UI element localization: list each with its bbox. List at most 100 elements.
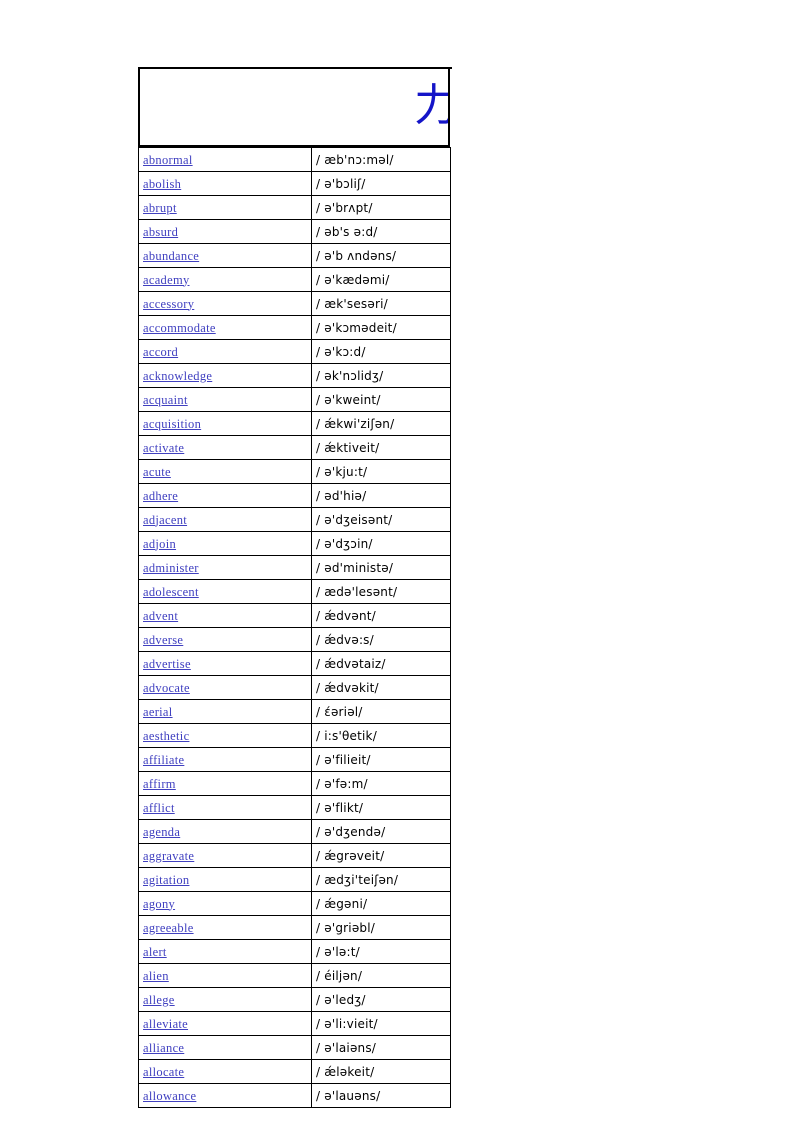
- word-link[interactable]: advertise: [143, 657, 191, 671]
- word-link[interactable]: administer: [143, 561, 199, 575]
- table-row: alleviate / ə'li:vieit/: [138, 1011, 451, 1036]
- word-cell[interactable]: aerial: [138, 699, 312, 724]
- word-cell[interactable]: agenda: [138, 819, 312, 844]
- word-link[interactable]: acquisition: [143, 417, 201, 431]
- word-link[interactable]: advocate: [143, 681, 190, 695]
- word-cell[interactable]: accommodate: [138, 315, 312, 340]
- table-row: abolish / ə'bɔliʃ/: [138, 171, 451, 196]
- word-cell[interactable]: abnormal: [138, 147, 312, 172]
- word-cell[interactable]: activate: [138, 435, 312, 460]
- word-cell[interactable]: agitation: [138, 867, 312, 892]
- word-cell[interactable]: acquaint: [138, 387, 312, 412]
- phonetic-cell: / ə'dʒendə/: [311, 819, 451, 844]
- word-link[interactable]: alleviate: [143, 1017, 188, 1031]
- word-link[interactable]: advent: [143, 609, 178, 623]
- word-link[interactable]: accommodate: [143, 321, 216, 335]
- word-link[interactable]: acute: [143, 465, 171, 479]
- word-cell[interactable]: acquisition: [138, 411, 312, 436]
- word-cell[interactable]: adolescent: [138, 579, 312, 604]
- word-cell[interactable]: advent: [138, 603, 312, 628]
- word-cell[interactable]: advertise: [138, 651, 312, 676]
- phonetic-cell: / ə'kweint/: [311, 387, 451, 412]
- phonetic-cell: / ǽgrəveit/: [311, 843, 451, 868]
- phonetic-text: / ǽkwi'ziʃən/: [316, 416, 395, 431]
- vocabulary-table: abnormal / æb'nɔ:məl/abolish / ə'bɔliʃ/abr…: [138, 147, 451, 1108]
- word-link[interactable]: alert: [143, 945, 167, 959]
- word-link[interactable]: allowance: [143, 1089, 196, 1103]
- word-link[interactable]: afflict: [143, 801, 175, 815]
- word-cell[interactable]: allowance: [138, 1083, 312, 1108]
- word-cell[interactable]: allocate: [138, 1059, 312, 1084]
- phonetic-cell: / ə'kɔ:d/: [311, 339, 451, 364]
- word-cell[interactable]: acknowledge: [138, 363, 312, 388]
- word-cell[interactable]: accord: [138, 339, 312, 364]
- word-cell[interactable]: alleviate: [138, 1011, 312, 1036]
- word-cell[interactable]: alien: [138, 963, 312, 988]
- word-link[interactable]: accessory: [143, 297, 194, 311]
- word-link[interactable]: abundance: [143, 249, 199, 263]
- word-link[interactable]: adjoin: [143, 537, 176, 551]
- word-cell[interactable]: adjacent: [138, 507, 312, 532]
- word-link[interactable]: adolescent: [143, 585, 199, 599]
- phonetic-cell: / i:s'θetik/: [311, 723, 451, 748]
- word-link[interactable]: aerial: [143, 705, 173, 719]
- phonetic-text: / ə'kju:t/: [316, 464, 368, 479]
- phonetic-cell: / ə'griəbl/: [311, 915, 451, 940]
- phonetic-cell: / ǽgəni/: [311, 891, 451, 916]
- word-cell[interactable]: accessory: [138, 291, 312, 316]
- phonetic-text: / əd'ministə/: [316, 560, 394, 575]
- word-link[interactable]: absurd: [143, 225, 178, 239]
- word-cell[interactable]: abolish: [138, 171, 312, 196]
- word-cell[interactable]: aesthetic: [138, 723, 312, 748]
- word-cell[interactable]: affirm: [138, 771, 312, 796]
- word-cell[interactable]: agreeable: [138, 915, 312, 940]
- word-cell[interactable]: allege: [138, 987, 312, 1012]
- word-link[interactable]: allege: [143, 993, 175, 1007]
- word-link[interactable]: agony: [143, 897, 175, 911]
- word-cell[interactable]: advocate: [138, 675, 312, 700]
- word-cell[interactable]: acute: [138, 459, 312, 484]
- word-link[interactable]: agitation: [143, 873, 189, 887]
- word-link[interactable]: alien: [143, 969, 169, 983]
- word-cell[interactable]: afflict: [138, 795, 312, 820]
- word-cell[interactable]: affiliate: [138, 747, 312, 772]
- word-link[interactable]: allocate: [143, 1065, 184, 1079]
- word-link[interactable]: affiliate: [143, 753, 184, 767]
- word-cell[interactable]: abundance: [138, 243, 312, 268]
- phonetic-text: / ə'b ʌndəns/: [316, 248, 397, 263]
- word-link[interactable]: adjacent: [143, 513, 187, 527]
- word-cell[interactable]: academy: [138, 267, 312, 292]
- word-cell[interactable]: adhere: [138, 483, 312, 508]
- word-cell[interactable]: adverse: [138, 627, 312, 652]
- word-cell[interactable]: abrupt: [138, 195, 312, 220]
- word-link[interactable]: adhere: [143, 489, 178, 503]
- word-cell[interactable]: adjoin: [138, 531, 312, 556]
- word-link[interactable]: accord: [143, 345, 178, 359]
- word-cell[interactable]: alert: [138, 939, 312, 964]
- word-link[interactable]: adverse: [143, 633, 183, 647]
- word-link[interactable]: affirm: [143, 777, 176, 791]
- phonetic-cell: / əd'hiə/: [311, 483, 451, 508]
- word-link[interactable]: aggravate: [143, 849, 194, 863]
- word-link[interactable]: aesthetic: [143, 729, 189, 743]
- word-cell[interactable]: aggravate: [138, 843, 312, 868]
- word-link[interactable]: alliance: [143, 1041, 184, 1055]
- word-link[interactable]: agreeable: [143, 921, 194, 935]
- phonetic-text: / ǽdvəkit/: [316, 680, 379, 695]
- phonetic-text: / ǽləkeit/: [316, 1064, 375, 1079]
- word-cell[interactable]: absurd: [138, 219, 312, 244]
- word-link[interactable]: agenda: [143, 825, 180, 839]
- phonetic-text: / ə'li:vieit/: [316, 1016, 378, 1031]
- word-link[interactable]: academy: [143, 273, 190, 287]
- phonetic-cell: / ǽdvənt/: [311, 603, 451, 628]
- word-cell[interactable]: administer: [138, 555, 312, 580]
- word-link[interactable]: abolish: [143, 177, 181, 191]
- word-link[interactable]: activate: [143, 441, 184, 455]
- word-link[interactable]: abrupt: [143, 201, 177, 215]
- word-link[interactable]: acknowledge: [143, 369, 212, 383]
- table-row: acknowledge / ək'nɔlidʒ/: [138, 363, 451, 388]
- word-link[interactable]: acquaint: [143, 393, 188, 407]
- word-link[interactable]: abnormal: [143, 153, 193, 167]
- word-cell[interactable]: alliance: [138, 1035, 312, 1060]
- word-cell[interactable]: agony: [138, 891, 312, 916]
